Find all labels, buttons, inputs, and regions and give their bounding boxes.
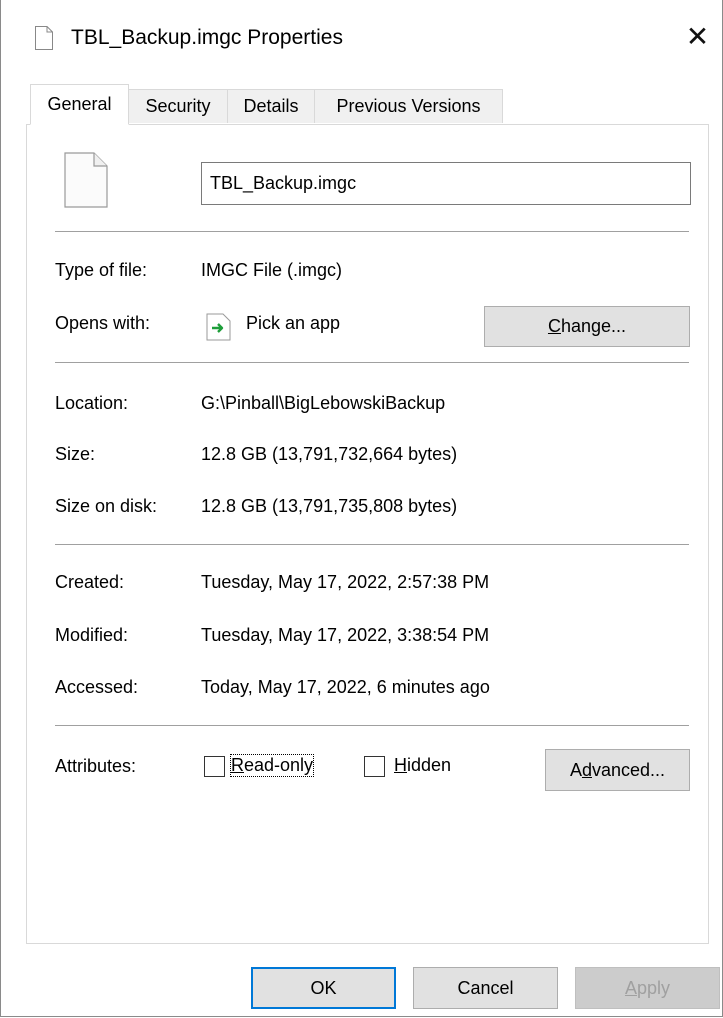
size-on-disk-label: Size on disk:: [55, 496, 158, 516]
created-value: Tuesday, May 17, 2022, 2:57:38 PM: [201, 572, 490, 592]
file-name-value: TBL_Backup.imgc: [210, 173, 357, 193]
cancel-button[interactable]: Cancel: [413, 967, 558, 1009]
close-button[interactable]: ✕: [672, 0, 723, 72]
accessed-label: Accessed:: [55, 677, 139, 697]
tab-general-label: General: [47, 94, 112, 114]
opens-with-value: Pick an app: [246, 313, 341, 333]
type-value: IMGC File (.imgc): [201, 260, 342, 280]
type-label: Type of file:: [55, 260, 148, 280]
change-button[interactable]: Change...: [484, 306, 690, 347]
tab-security-label: Security: [145, 96, 211, 116]
cancel-button-label: Cancel: [457, 977, 514, 998]
attributes-label: Attributes:: [55, 756, 137, 776]
modified-value: Tuesday, May 17, 2022, 3:38:54 PM: [201, 625, 490, 645]
file-name-input[interactable]: TBL_Backup.imgc: [201, 162, 691, 205]
file-icon: [35, 26, 53, 50]
ok-button[interactable]: OK: [251, 967, 396, 1009]
hidden-label[interactable]: Hidden: [394, 755, 451, 776]
advanced-button-label: Advanced...: [569, 759, 666, 780]
advanced-button[interactable]: Advanced...: [545, 749, 690, 791]
size-label: Size:: [55, 444, 96, 464]
general-panel: [26, 124, 709, 944]
accessed-value: Today, May 17, 2022, 6 minutes ago: [201, 677, 490, 697]
tab-security[interactable]: Security: [128, 89, 228, 123]
ok-button-label: OK: [310, 977, 337, 998]
opens-with-label: Opens with:: [55, 313, 151, 333]
modified-label: Modified:: [55, 625, 129, 645]
hidden-checkbox[interactable]: [364, 756, 385, 777]
location-label: Location:: [55, 393, 129, 413]
apply-button-label: Apply: [624, 977, 671, 998]
large-file-icon: [64, 152, 108, 214]
tab-general[interactable]: General: [30, 84, 129, 125]
tab-details-label: Details: [243, 96, 299, 116]
change-button-label: Change...: [547, 316, 627, 336]
tab-previous-versions-label: Previous Versions: [336, 96, 481, 116]
tab-details[interactable]: Details: [227, 89, 315, 123]
separator: [55, 725, 689, 726]
separator: [55, 544, 689, 545]
readonly-checkbox[interactable]: [204, 756, 225, 777]
window-title: TBL_Backup.imgc Properties: [71, 26, 343, 49]
created-label: Created:: [55, 572, 125, 592]
pick-app-icon: [204, 313, 232, 341]
apply-button[interactable]: Apply: [575, 967, 720, 1009]
separator: [55, 362, 689, 363]
size-value: 12.8 GB (13,791,732,664 bytes): [201, 444, 458, 464]
readonly-label[interactable]: Read-only: [229, 754, 315, 777]
location-value: G:\Pinball\BigLebowskiBackup: [201, 393, 446, 413]
tab-previous-versions[interactable]: Previous Versions: [314, 89, 503, 123]
size-on-disk-value: 12.8 GB (13,791,735,808 bytes): [201, 496, 458, 516]
separator: [55, 231, 689, 232]
close-icon: ✕: [685, 20, 710, 52]
